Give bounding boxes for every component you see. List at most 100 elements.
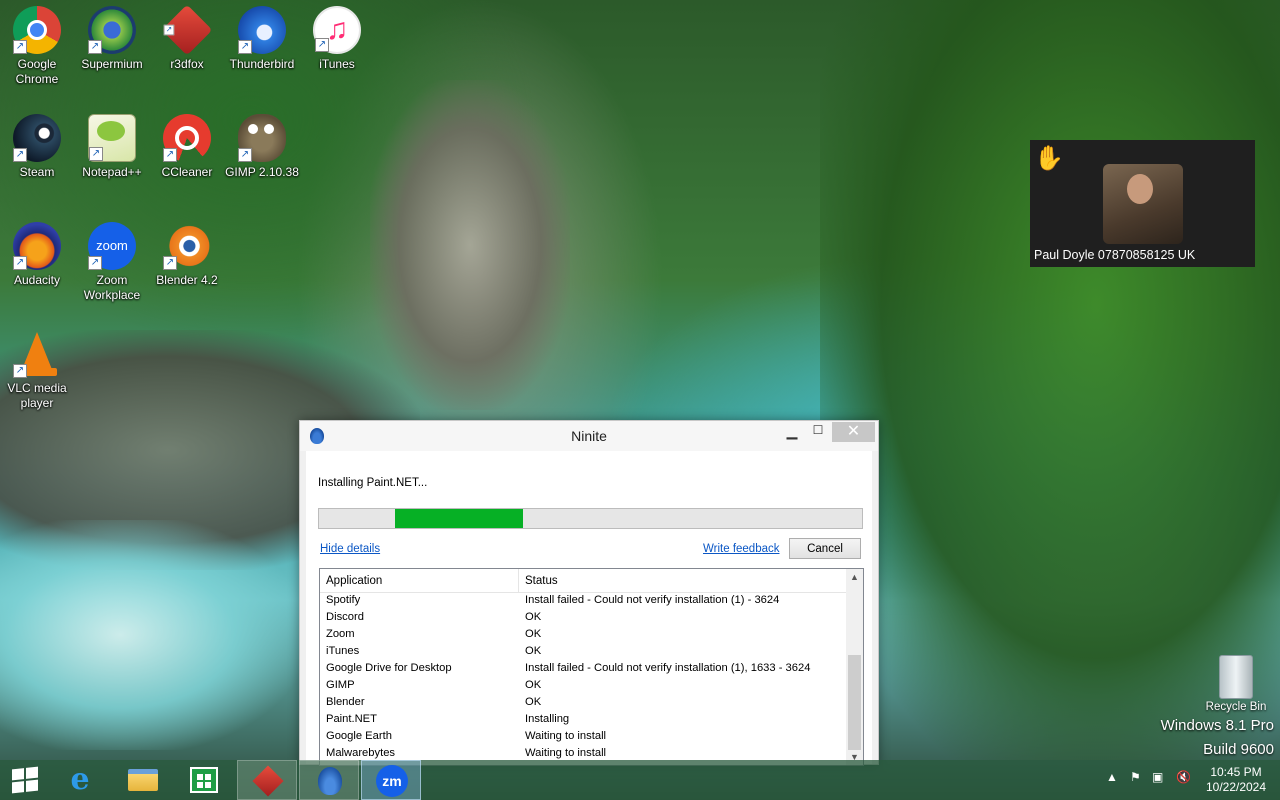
taskbar: e zm [0,760,1280,800]
notepadpp-icon: ↗ [88,114,136,162]
shortcut-arrow-icon: ↗ [13,256,27,270]
desktop-icon-vlc[interactable]: ↗ VLC media player [0,324,74,411]
desktop-icon-itunes[interactable]: ♫ ↗ iTunes [300,0,374,72]
app-name-cell: GIMP [326,679,355,691]
desktop-icon-chrome[interactable]: ↗ Google Chrome [0,0,74,87]
application-list[interactable]: Application Status Spotify Install failed… [319,568,864,766]
table-row[interactable]: Blender OK [320,695,863,712]
internet-explorer-icon: e [70,762,90,797]
window-titlebar[interactable]: Ninite ▁ ☐ ✕ [300,421,878,451]
ccleaner-icon: ↗ [163,114,211,162]
close-icon: ✕ [846,423,861,440]
minimize-button[interactable]: ▁ [780,423,804,443]
itunes-icon: ♫ ↗ [313,6,361,54]
desktop-icon-label: r3dfox [170,57,204,71]
ninite-window[interactable]: Ninite ▁ ☐ ✕ Installing Paint.NET... Hid… [299,420,879,766]
taskbar-r3dfox[interactable] [237,760,297,800]
desktop-icon-recycle-bin[interactable]: Recycle Bin [1200,655,1272,713]
desktop-icon-thunderbird[interactable]: ↗ Thunderbird [225,0,299,72]
write-feedback-link[interactable]: Write feedback [703,543,780,555]
table-row[interactable]: Google Drive for Desktop Install failed -… [320,661,863,678]
recycle-bin-icon [1219,655,1253,699]
thunderbird-icon: ↗ [238,6,286,54]
desktop-icon-label: Blender 4.2 [156,273,218,287]
shortcut-arrow-icon: ↗ [163,256,177,270]
taskbar-file-explorer[interactable] [112,760,172,800]
app-status-cell: OK [525,628,542,640]
desktop-icon-blender[interactable]: ↗ Blender 4.2 [150,216,224,288]
contact-card[interactable]: ✋ Paul Doyle 07870858125 UK [1030,140,1255,267]
desktop-icon-label: Supermium [81,57,143,71]
supermium-icon: ↗ [88,6,136,54]
desktop-icon-zoom[interactable]: zoom ↗ Zoom Workplace [75,216,149,303]
desktop-icon-audacity[interactable]: ↗ Audacity [0,216,74,288]
table-row[interactable]: GIMP OK [320,678,863,695]
app-status-cell: Install failed - Could not verify instal… [525,662,811,674]
desktop-icon-label: Zoom Workplace [83,273,141,302]
shortcut-arrow-icon: ↗ [89,147,103,161]
column-header-application[interactable]: Application [326,575,382,587]
network-icon[interactable]: ▣ [1152,770,1163,800]
shortcut-arrow-icon: ↗ [163,148,177,162]
close-button[interactable]: ✕ [832,422,875,442]
column-divider[interactable] [518,569,519,593]
shortcut-arrow-icon: ↗ [163,24,175,36]
app-name-cell: Google Drive for Desktop [326,662,452,674]
app-name-cell: Paint.NET [326,713,377,725]
blender-icon: ↗ [163,222,211,270]
table-row[interactable]: iTunes OK [320,644,863,661]
scroll-up-icon[interactable]: ▲ [846,572,863,582]
taskbar-internet-explorer[interactable]: e [50,760,110,800]
list-header: Application Status [320,569,863,593]
maximize-button[interactable]: ☐ [806,423,830,443]
wallpaper-rapids [0,520,300,750]
app-name-cell: iTunes [326,645,360,657]
app-status-cell: OK [525,611,542,623]
show-hidden-icons-button[interactable]: ▲ [1106,770,1118,800]
hide-details-link[interactable]: Hide details [320,543,380,555]
cancel-button[interactable]: Cancel [789,538,861,559]
app-name-cell: Malwarebytes [326,747,396,759]
action-center-flag-icon[interactable]: ⚑ [1130,770,1141,800]
desktop-icon-label: Steam [19,165,55,179]
desktop-icon-label: CCleaner [161,165,213,179]
desktop-icon-supermium[interactable]: ↗ Supermium [75,0,149,72]
table-row[interactable]: Spotify Install failed - Could not verify… [320,593,863,610]
desktop-icon-label: VLC media player [7,381,67,410]
desktop-icon-label: Thunderbird [229,57,295,71]
taskbar-ninite[interactable] [299,760,359,800]
app-status-cell: OK [525,696,542,708]
store-icon [190,767,218,793]
start-button[interactable] [0,760,48,800]
scroll-thumb[interactable] [848,655,861,750]
vertical-scrollbar[interactable]: ▲ ▼ [846,569,863,765]
shortcut-arrow-icon: ↗ [88,256,102,270]
file-explorer-icon [128,769,158,791]
app-name-cell: Spotify [326,594,361,606]
taskbar-store[interactable] [174,760,234,800]
taskbar-zoom[interactable]: zm [361,760,421,800]
taskbar-clock[interactable]: 10:45 PM 10/22/2024 [1200,765,1272,795]
shortcut-arrow-icon: ↗ [13,40,27,54]
desktop-icon-gimp[interactable]: ↗ GIMP 2.10.38 [225,108,299,180]
wallpaper-cliff [370,80,570,410]
audacity-icon: ↗ [13,222,61,270]
shortcut-arrow-icon: ↗ [13,148,27,162]
desktop-icon-steam[interactable]: ↗ Steam [0,108,74,180]
table-row[interactable]: Discord OK [320,610,863,627]
column-header-status[interactable]: Status [525,575,558,587]
desktop-icon-notepadpp[interactable]: ↗ Notepad++ [75,108,149,180]
table-row[interactable]: Paint.NET Installing [320,712,863,729]
table-row[interactable]: Google Earth Waiting to install [320,729,863,746]
desktop-icon-r3dfox[interactable]: ↗ r3dfox [150,0,224,72]
volume-muted-icon[interactable]: 🔇 [1176,770,1191,800]
windows-version-watermark: Windows 8.1 Pro [1160,717,1274,734]
shortcut-arrow-icon: ↗ [315,38,329,52]
window-body: Installing Paint.NET... Hide details Wri… [306,451,872,766]
table-row[interactable]: Zoom OK [320,627,863,644]
chrome-icon: ↗ [13,6,61,54]
wallpaper-trees [820,0,1280,760]
zoom-icon: zoom ↗ [88,222,136,270]
desktop-icon-ccleaner[interactable]: ↗ CCleaner [150,108,224,180]
app-status-cell: Installing [525,713,570,725]
